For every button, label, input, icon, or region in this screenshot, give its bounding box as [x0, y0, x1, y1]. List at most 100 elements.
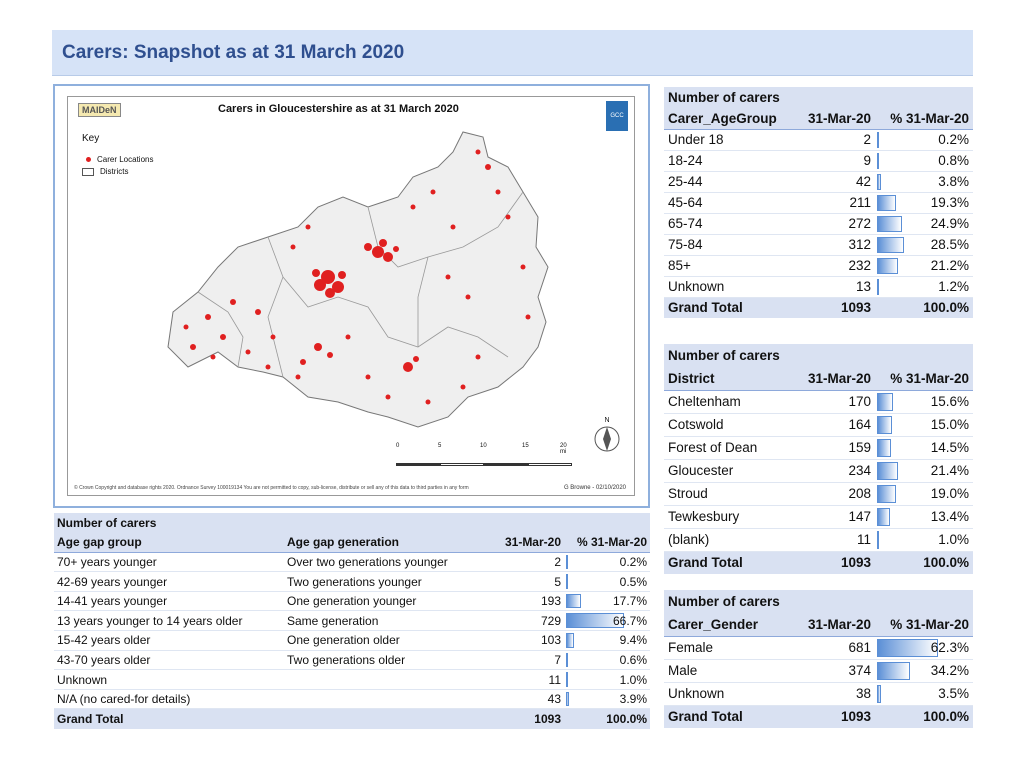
row-percent-cell: 62.3%	[875, 636, 973, 660]
row-count: 208	[799, 482, 875, 506]
map-scale-bar: 0 5 10 15 20 mi	[396, 443, 572, 466]
row-percent: 14.5%	[930, 440, 969, 455]
percent-data-bar	[566, 593, 582, 609]
table-row: Forest of Dean 159 14.5%	[664, 436, 973, 460]
row-percent-cell: 13.4%	[875, 505, 973, 529]
row-count: 374	[799, 659, 875, 683]
row-count: 13	[799, 276, 875, 298]
gender-table: Number of carers Carer_Gender 31-Mar-20 …	[664, 590, 973, 728]
row-percent-cell: 1.2%	[875, 276, 973, 298]
row-count: 103	[484, 630, 564, 651]
percent-data-bar	[566, 672, 568, 687]
percent-data-bar	[877, 661, 911, 680]
table-row: Gloucester 234 21.4%	[664, 459, 973, 483]
row-percent: 0.2%	[619, 554, 647, 569]
row-percent-cell: 28.5%	[875, 234, 973, 256]
map-title: Carers in Gloucestershire as at 31 March…	[218, 103, 459, 115]
column-header: % 31-Mar-20	[875, 367, 973, 391]
row-percent-cell: 24.9%	[875, 213, 973, 235]
row-percent-cell: 1.0%	[564, 669, 650, 690]
row-percent: 13.4%	[930, 509, 969, 524]
table-row: 42-69 years younger Two generations young…	[54, 571, 650, 592]
row-label: (blank)	[664, 528, 799, 552]
table-row: Male 374 34.2%	[664, 659, 973, 683]
row-percent-cell: 0.6%	[564, 650, 650, 671]
row-count: 5	[484, 571, 564, 592]
table-row: 65-74 272 24.9%	[664, 213, 973, 235]
row-count: 2	[484, 552, 564, 573]
age-gap-group: Unknown	[54, 669, 284, 690]
map-copyright: © Crown Copyright and database rights 20…	[74, 485, 469, 491]
row-percent: 24.9%	[930, 216, 969, 231]
table-row: 18-24 9 0.8%	[664, 150, 973, 172]
row-label: 45-64	[664, 192, 799, 214]
column-header: Carer_AgeGroup	[664, 108, 799, 130]
percent-data-bar	[877, 131, 879, 148]
total-pct: 100.0%	[875, 550, 973, 574]
table-caption: Number of carers	[664, 590, 973, 613]
row-count: 193	[484, 591, 564, 612]
row-label: Under 18	[664, 129, 799, 151]
age-gap-table: Number of carers Age gap group Age gap g…	[54, 513, 650, 729]
key-districts: Districts	[82, 167, 128, 176]
percent-data-bar	[877, 484, 896, 503]
row-percent-cell: 1.0%	[875, 528, 973, 552]
row-percent-cell: 0.8%	[875, 150, 973, 172]
maiden-logo: MAIDeN	[78, 103, 121, 117]
column-header: 31-Mar-20	[484, 532, 564, 553]
row-label: Male	[664, 659, 799, 683]
age-gap-generation: Over two generations younger	[284, 552, 484, 573]
table-row: Unknown 11 1.0%	[54, 669, 650, 690]
total-count: 1093	[799, 704, 875, 728]
total-label: Grand Total	[664, 704, 799, 728]
percent-data-bar	[877, 392, 893, 411]
column-header: 31-Mar-20	[799, 613, 875, 637]
row-label: Unknown	[664, 276, 799, 298]
row-count: 38	[799, 682, 875, 706]
row-percent: 3.8%	[938, 174, 969, 189]
percent-data-bar	[877, 215, 902, 232]
row-percent-cell: 15.0%	[875, 413, 973, 437]
percent-data-bar	[877, 530, 879, 549]
column-header: Carer_Gender	[664, 613, 799, 637]
percent-data-bar	[877, 438, 891, 457]
row-label: Cotswold	[664, 413, 799, 437]
row-count: 11	[484, 669, 564, 690]
total-count: 1093	[799, 296, 875, 318]
row-count: 164	[799, 413, 875, 437]
percent-data-bar	[566, 554, 568, 570]
total-label: Grand Total	[54, 708, 284, 729]
column-header: % 31-Mar-20	[564, 532, 650, 553]
table-row: Under 18 2 0.2%	[664, 129, 973, 151]
row-percent-cell: 14.5%	[875, 436, 973, 460]
age-gap-group: 13 years younger to 14 years older	[54, 610, 284, 632]
row-percent: 17.7%	[612, 594, 647, 609]
row-label: Gloucester	[664, 459, 799, 483]
row-percent: 0.2%	[938, 132, 969, 147]
row-label: 85+	[664, 255, 799, 277]
row-percent-cell: 19.3%	[875, 192, 973, 214]
row-percent-cell: 3.5%	[875, 682, 973, 706]
percent-data-bar	[877, 507, 890, 526]
row-percent-cell: 34.2%	[875, 659, 973, 683]
row-percent: 9.4%	[619, 633, 647, 648]
table-row: 13 years younger to 14 years older Same g…	[54, 610, 650, 632]
age-gap-group: N/A (no cared-for details)	[54, 689, 284, 710]
total-count: 1093	[484, 708, 564, 729]
table-row: 43-70 years older Two generations older 7 0…	[54, 650, 650, 671]
row-percent: 0.8%	[938, 153, 969, 168]
percent-data-bar	[877, 278, 879, 295]
table-row: Stroud 208 19.0%	[664, 482, 973, 506]
percent-data-bar	[566, 633, 574, 648]
row-percent: 3.9%	[619, 692, 647, 707]
row-count: 211	[799, 192, 875, 214]
row-label: 18-24	[664, 150, 799, 172]
row-percent: 1.2%	[938, 279, 969, 294]
table-row: Female 681 62.3%	[664, 636, 973, 660]
row-percent-cell: 66.7%	[564, 610, 650, 632]
percent-data-bar	[877, 173, 881, 190]
percent-data-bar	[877, 415, 892, 434]
row-percent: 62.3%	[930, 640, 969, 655]
map-image: MAIDeN Carers in Gloucestershire as at 3…	[67, 96, 635, 496]
age-gap-generation: Same generation	[284, 610, 484, 632]
